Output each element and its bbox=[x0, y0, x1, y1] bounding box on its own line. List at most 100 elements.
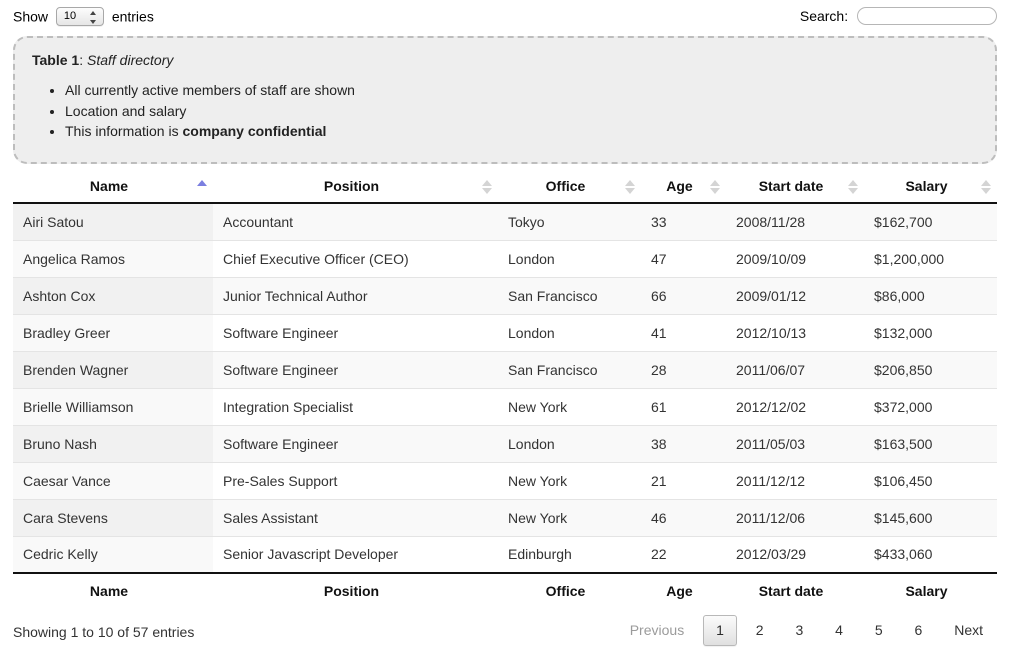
cell-name: Angelica Ramos bbox=[13, 240, 213, 278]
table-row[interactable]: Angelica Ramos Chief Executive Officer (… bbox=[13, 240, 997, 278]
pagination-page-6[interactable]: 6 bbox=[902, 615, 936, 646]
footer-header-name: Name bbox=[13, 572, 213, 607]
footer-header-position: Position bbox=[213, 572, 498, 607]
caption-title: Table 1: Staff directory bbox=[32, 52, 981, 68]
table-header: Name Position Office Age Start date Sala… bbox=[13, 171, 997, 204]
cell-start-date: 2011/12/12 bbox=[726, 462, 864, 500]
table-row[interactable]: Cara Stevens Sales Assistant New York 46… bbox=[13, 499, 997, 537]
column-header-start-date[interactable]: Start date bbox=[726, 171, 864, 204]
cell-position: Software Engineer bbox=[213, 351, 498, 389]
column-header-name[interactable]: Name bbox=[13, 171, 213, 204]
bullet-text: Location and salary bbox=[65, 102, 187, 119]
table-info-text: Showing 1 to 10 of 57 entries bbox=[13, 624, 195, 640]
pagination-page-1[interactable]: 1 bbox=[703, 615, 737, 646]
column-header-label: Age bbox=[666, 178, 693, 194]
caption-title-label: Table 1 bbox=[32, 52, 80, 68]
pagination-page-4[interactable]: 4 bbox=[822, 615, 856, 646]
cell-age: 41 bbox=[641, 314, 726, 352]
footer-header-age: Age bbox=[641, 572, 726, 607]
column-header-label: Start date bbox=[758, 178, 824, 194]
bullet-text: All currently active members of staff ar… bbox=[65, 82, 355, 98]
column-header-office[interactable]: Office bbox=[498, 171, 641, 204]
search-control: Search: bbox=[800, 7, 997, 26]
cell-office: London bbox=[498, 425, 641, 463]
cell-salary: $372,000 bbox=[864, 388, 997, 426]
cell-salary: $132,000 bbox=[864, 314, 997, 352]
table-caption-box: Table 1: Staff directory All currently a… bbox=[13, 36, 997, 164]
cell-office: New York bbox=[498, 462, 641, 500]
cell-name: Bradley Greer bbox=[13, 314, 213, 352]
cell-age: 33 bbox=[641, 203, 726, 241]
cell-salary: $162,700 bbox=[864, 203, 997, 241]
cell-start-date: 2011/12/06 bbox=[726, 499, 864, 537]
cell-office: San Francisco bbox=[498, 277, 641, 315]
table-footer-bar: Showing 1 to 10 of 57 entries Previous 1… bbox=[13, 615, 997, 655]
table-footer-row: Name Position Office Age Start date Sala… bbox=[13, 572, 997, 607]
pagination-previous[interactable]: Previous bbox=[617, 615, 697, 646]
cell-start-date: 2011/05/03 bbox=[726, 425, 864, 463]
cell-age: 61 bbox=[641, 388, 726, 426]
cell-salary: $86,000 bbox=[864, 277, 997, 315]
entries-label: entries bbox=[111, 8, 154, 25]
table-header-row: Name Position Office Age Start date Sala… bbox=[13, 171, 997, 204]
table-row[interactable]: Brielle Williamson Integration Specialis… bbox=[13, 388, 997, 426]
table-row[interactable]: Brenden Wagner Software Engineer San Fra… bbox=[13, 351, 997, 389]
cell-position: Software Engineer bbox=[213, 425, 498, 463]
page-length-select[interactable]: 10 bbox=[55, 7, 104, 26]
cell-start-date: 2009/01/12 bbox=[726, 277, 864, 315]
bullet-bold-text: company confidential bbox=[182, 123, 327, 139]
table-row[interactable]: Ashton Cox Junior Technical Author San F… bbox=[13, 277, 997, 315]
table-row[interactable]: Cedric Kelly Senior Javascript Developer… bbox=[13, 536, 997, 573]
cell-start-date: 2009/10/09 bbox=[726, 240, 864, 278]
cell-name: Airi Satou bbox=[13, 203, 213, 241]
column-header-label: Name bbox=[89, 178, 129, 194]
column-header-label: Office bbox=[545, 178, 586, 194]
table-row[interactable]: Caesar Vance Pre-Sales Support New York … bbox=[13, 462, 997, 500]
table-row[interactable]: Bruno Nash Software Engineer London 38 2… bbox=[13, 425, 997, 463]
cell-position: Integration Specialist bbox=[213, 388, 498, 426]
sort-both-icon bbox=[625, 179, 635, 195]
list-item: Location and salary bbox=[65, 101, 981, 122]
cell-position: Sales Assistant bbox=[213, 499, 498, 537]
cell-name: Brenden Wagner bbox=[13, 351, 213, 389]
cell-name: Brielle Williamson bbox=[13, 388, 213, 426]
column-header-position[interactable]: Position bbox=[213, 171, 498, 204]
cell-position: Chief Executive Officer (CEO) bbox=[213, 240, 498, 278]
cell-start-date: 2012/12/02 bbox=[726, 388, 864, 426]
pagination-page-5[interactable]: 5 bbox=[862, 615, 896, 646]
footer-header-salary: Salary bbox=[864, 572, 997, 607]
pagination: Previous 1 2 3 4 5 6 Next bbox=[616, 615, 997, 646]
staff-directory-table: Name Position Office Age Start date Sala… bbox=[13, 171, 997, 607]
page-length-value: 10 bbox=[63, 10, 77, 22]
cell-start-date: 2011/06/07 bbox=[726, 351, 864, 389]
pagination-page-2[interactable]: 2 bbox=[743, 615, 777, 646]
cell-salary: $433,060 bbox=[864, 536, 997, 573]
search-input[interactable] bbox=[857, 7, 997, 26]
cell-office: London bbox=[498, 240, 641, 278]
cell-age: 22 bbox=[641, 536, 726, 573]
table-footer: Name Position Office Age Start date Sala… bbox=[13, 572, 997, 607]
sort-both-icon bbox=[981, 179, 991, 195]
cell-age: 66 bbox=[641, 277, 726, 315]
cell-start-date: 2012/10/13 bbox=[726, 314, 864, 352]
cell-position: Junior Technical Author bbox=[213, 277, 498, 315]
footer-header-start-date: Start date bbox=[726, 572, 864, 607]
page-length-control: Show 10 entries bbox=[13, 7, 154, 26]
cell-start-date: 2008/11/28 bbox=[726, 203, 864, 241]
footer-header-office: Office bbox=[498, 572, 641, 607]
table-body: Airi Satou Accountant Tokyo 33 2008/11/2… bbox=[13, 203, 997, 573]
pagination-next[interactable]: Next bbox=[941, 615, 996, 646]
table-row[interactable]: Airi Satou Accountant Tokyo 33 2008/11/2… bbox=[13, 203, 997, 241]
sort-both-icon bbox=[710, 179, 720, 195]
column-header-age[interactable]: Age bbox=[641, 171, 726, 204]
cell-name: Ashton Cox bbox=[13, 277, 213, 315]
table-row[interactable]: Bradley Greer Software Engineer London 4… bbox=[13, 314, 997, 352]
column-header-label: Position bbox=[323, 178, 380, 194]
cell-name: Cedric Kelly bbox=[13, 536, 213, 573]
column-header-salary[interactable]: Salary bbox=[864, 171, 997, 204]
cell-salary: $106,450 bbox=[864, 462, 997, 500]
cell-age: 46 bbox=[641, 499, 726, 537]
cell-name: Caesar Vance bbox=[13, 462, 213, 500]
stepper-arrows-icon bbox=[89, 11, 97, 24]
pagination-page-3[interactable]: 3 bbox=[782, 615, 816, 646]
